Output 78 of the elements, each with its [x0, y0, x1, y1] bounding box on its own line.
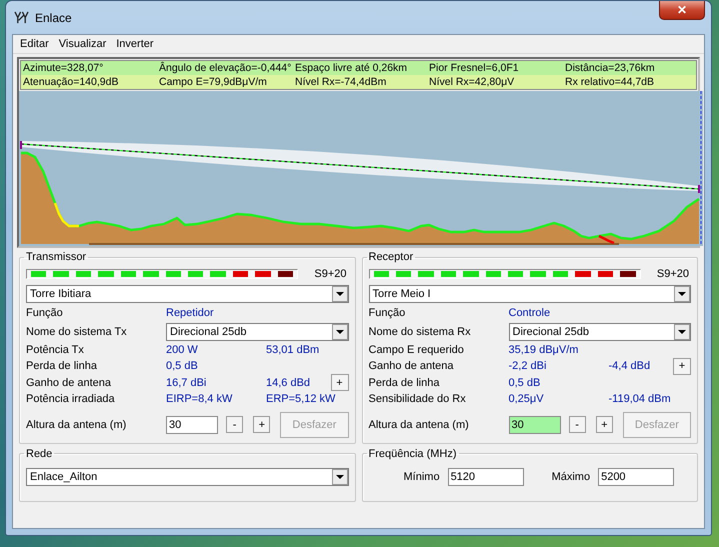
info-cell: Espaço livre até 0,26km — [293, 61, 427, 75]
field-label: Nome do sistema Tx — [26, 326, 128, 338]
group-title: Freqüência (MHz) — [368, 448, 458, 460]
caret-icon — [336, 292, 344, 296]
group-title: Transmissor — [25, 251, 88, 263]
network-dropdown[interactable]: Enlace_Ailton — [26, 468, 348, 486]
field-label: Função — [368, 307, 406, 320]
field-value: 0,25μV — [508, 393, 545, 406]
caret-icon — [336, 474, 344, 478]
field-value: -4,4 dBd — [608, 360, 652, 372]
menu-item[interactable]: Editar — [15, 38, 54, 50]
field-label: Campo E requerido — [368, 344, 465, 356]
decrement-button[interactable]: - — [226, 416, 244, 433]
menu-item[interactable]: Visualizar — [54, 38, 112, 50]
field-label: Mínimo — [404, 470, 440, 482]
field-label: Perda de linha — [368, 376, 440, 389]
field-value: -2,2 dBi — [508, 360, 548, 372]
maximum-field[interactable]: 5200 — [598, 468, 674, 486]
dropdown-button[interactable] — [674, 324, 690, 340]
field-label: Perda de linha — [26, 360, 98, 372]
caret-icon — [336, 330, 344, 334]
field-label: Ganho de antena — [26, 376, 112, 389]
field-label: Altura da antena (m) — [368, 418, 470, 430]
field-label: Função — [26, 307, 64, 320]
field-value: ERP=5,12 kW — [266, 393, 336, 406]
antenna-height-field[interactable]: 30 — [166, 416, 218, 434]
decrement-button[interactable]: - — [568, 416, 586, 433]
info-cell: Ângulo de elevação=-0,444° — [157, 61, 293, 75]
caret-icon — [678, 292, 686, 296]
info-cell: Pior Fresnel=6,0F1 — [427, 61, 563, 75]
info-cell: Distância=23,76km — [563, 61, 696, 75]
dropdown-button[interactable] — [674, 286, 690, 302]
field-label: Potência Tx — [26, 344, 85, 356]
caret-icon — [678, 330, 686, 334]
plus-button[interactable]: + — [673, 358, 691, 375]
system-dropdown[interactable]: Direcional 25db — [166, 322, 348, 340]
antenna-height-field[interactable]: 30 — [508, 416, 560, 434]
increment-button[interactable]: + — [253, 416, 270, 433]
menu-item[interactable]: Inverter — [111, 38, 159, 50]
meter-reading: S9+20 — [314, 268, 346, 280]
minimum-field[interactable]: 5120 — [448, 468, 524, 486]
plus-button[interactable]: + — [330, 374, 348, 392]
field-label: Ganho de antena — [368, 360, 455, 372]
dropdown-button[interactable] — [332, 468, 348, 484]
field-value: Repetidor — [166, 307, 215, 320]
group-title: Receptor — [368, 251, 414, 263]
field-value: Controle — [508, 307, 552, 320]
field-value: EIRP=8,4 kW — [166, 393, 234, 406]
info-cell: Nível Rx=-74,4dBm — [293, 75, 427, 89]
info-cell: Atenuação=140,9dB — [21, 75, 157, 89]
increment-button[interactable]: + — [596, 416, 613, 433]
close-button[interactable]: ✕ — [659, 1, 705, 20]
field-value: 14,6 dBd — [266, 376, 312, 389]
field-label: Potência irradiada — [26, 393, 116, 406]
field-label: Altura da antena (m) — [26, 418, 128, 430]
system-dropdown[interactable]: Direcional 25db — [508, 322, 691, 340]
window-title: Enlace — [35, 10, 73, 24]
field-value: 0,5 dB — [508, 376, 542, 389]
antenna-icon — [14, 11, 29, 24]
station-dropdown[interactable]: Torre Meio I — [368, 285, 691, 303]
field-value: 16,7 dBi — [166, 376, 208, 389]
field-value: 200 W — [166, 344, 199, 356]
meter-reading: S9+20 — [656, 268, 689, 280]
info-cell: Campo E=79,9dBμV/m — [157, 75, 293, 89]
field-value: -119,04 dBm — [608, 393, 672, 406]
field-label: Máximo — [552, 470, 590, 482]
info-cell: Nível Rx=42,80μV — [427, 75, 563, 89]
info-cell: Rx relativo=44,7dB — [563, 75, 696, 89]
field-value: 53,01 dBm — [266, 344, 320, 356]
info-cell: Azimute=328,07° — [21, 61, 157, 75]
station-dropdown[interactable]: Torre Ibitiara — [26, 285, 348, 303]
dropdown-button[interactable] — [332, 286, 348, 302]
dropdown-button[interactable] — [332, 324, 348, 340]
field-label: Nome do sistema Rx — [368, 326, 472, 338]
field-label: Sensibilidade do Rx — [368, 393, 467, 406]
field-value: 35,19 dBμV/m — [508, 344, 580, 356]
field-value: 0,5 dB — [166, 360, 199, 372]
group-title: Rede — [25, 448, 54, 460]
